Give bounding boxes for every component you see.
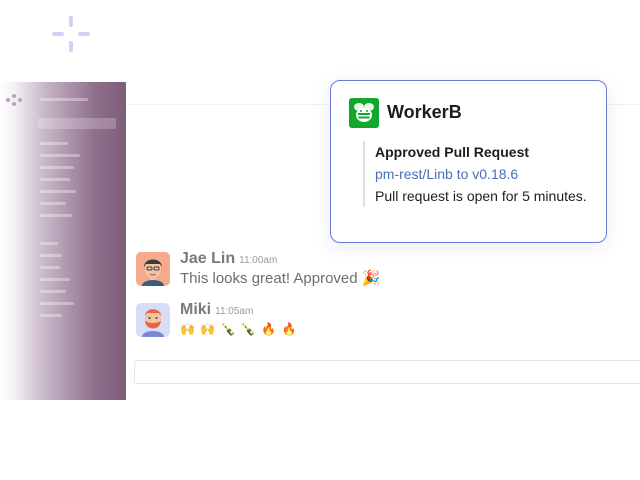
sidebar-item[interactable] bbox=[40, 254, 62, 257]
fire-icon: 🔥 bbox=[261, 322, 278, 336]
sidebar-item[interactable] bbox=[40, 202, 66, 205]
pull-request-link[interactable]: pm-rest/Linb to v0.18.6 bbox=[375, 163, 587, 185]
sidebar-item[interactable] bbox=[40, 314, 62, 317]
sparkle-icon bbox=[52, 16, 90, 52]
sidebar-item[interactable] bbox=[40, 266, 60, 269]
attachment-title: Approved Pull Request bbox=[375, 144, 530, 160]
sidebar-item[interactable] bbox=[40, 142, 68, 145]
sidebar bbox=[0, 82, 126, 400]
bot-name[interactable]: WorkerB bbox=[387, 102, 462, 123]
sidebar-item[interactable] bbox=[40, 214, 72, 217]
workspace-logo-icon bbox=[6, 94, 22, 106]
party-popper-icon: 🎉 bbox=[361, 270, 381, 287]
sidebar-item[interactable] bbox=[40, 178, 70, 181]
message-timestamp[interactable]: 11:05am bbox=[215, 306, 253, 317]
raised-hands-icon: 🙌 bbox=[200, 322, 217, 336]
message-input[interactable] bbox=[134, 360, 640, 384]
sidebar-item[interactable] bbox=[40, 242, 58, 245]
message-text-content: This looks great! Approved bbox=[180, 270, 358, 287]
sidebar-item[interactable] bbox=[40, 154, 80, 157]
avatar[interactable] bbox=[136, 303, 170, 337]
avatar[interactable] bbox=[136, 252, 170, 286]
sidebar-item[interactable] bbox=[40, 278, 70, 281]
champagne-icon: 🍾 bbox=[240, 322, 257, 336]
fire-icon: 🔥 bbox=[281, 322, 298, 336]
attachment-description: Pull request is open for 5 minutes. bbox=[375, 188, 587, 204]
raised-hands-icon: 🙌 bbox=[180, 322, 196, 336]
message-text: This looks great! Approved 🎉 bbox=[180, 269, 380, 287]
workerb-notification-card: WorkerB Approved Pull Request pm-rest/Li… bbox=[330, 80, 607, 243]
champagne-icon: 🍾 bbox=[220, 322, 237, 336]
emoji-row: 🙌 🙌 🍾 🍾 🔥 🔥 bbox=[180, 322, 297, 336]
sidebar-item[interactable] bbox=[40, 290, 66, 293]
pull-request-attachment: Approved Pull Request pm-rest/Linb to v0… bbox=[363, 141, 587, 207]
bee-icon bbox=[349, 98, 379, 128]
sidebar-item[interactable] bbox=[40, 302, 74, 305]
sidebar-active-item[interactable] bbox=[38, 118, 116, 129]
sidebar-item[interactable] bbox=[40, 166, 74, 169]
message-body: Jae Lin 11:00am This looks great! Approve… bbox=[180, 250, 380, 287]
message-author[interactable]: Jae Lin bbox=[180, 250, 235, 267]
workspace-name-placeholder bbox=[40, 98, 88, 101]
sidebar-item[interactable] bbox=[40, 190, 76, 193]
message-timestamp[interactable]: 11:00am bbox=[239, 255, 277, 266]
message-author[interactable]: Miki bbox=[180, 301, 211, 318]
message-body: Miki 11:05am 🙌 🙌 🍾 🍾 🔥 🔥 bbox=[180, 301, 297, 336]
